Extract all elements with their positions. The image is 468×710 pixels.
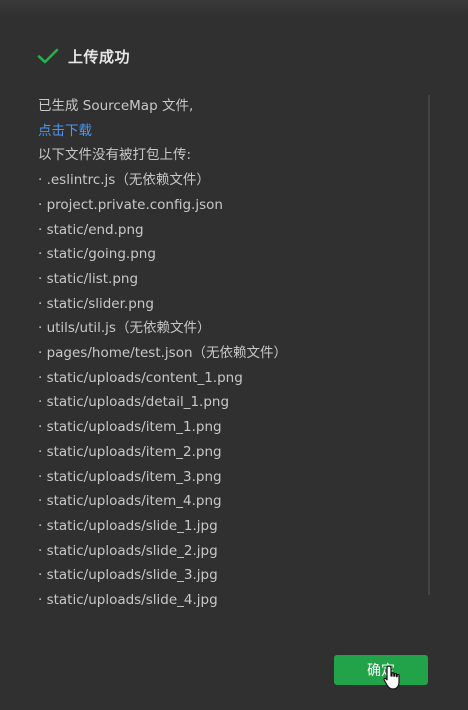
confirm-button[interactable]: 确定 [334, 655, 428, 685]
hand-pointer-cursor-icon [382, 664, 404, 692]
check-icon [36, 44, 60, 68]
sourcemap-message: 已生成 SourceMap 文件, [38, 98, 194, 114]
file-list-item: · static/uploads/item_3.png [38, 468, 222, 485]
dialog-title: 上传成功 [68, 47, 131, 66]
file-list-item: · static/uploads/content_1.png [38, 369, 243, 386]
dialog-header: 上传成功 [36, 44, 130, 68]
file-list-item: · static/uploads/slide_1.jpg [38, 517, 218, 534]
file-list-item: · static/uploads/slide_2.jpg [38, 542, 218, 559]
unpacked-files-heading: 以下文件没有被打包上传: [38, 147, 192, 164]
file-list-item: · static/uploads/item_4.png [38, 493, 222, 510]
download-link[interactable]: 点击下载 [38, 123, 92, 139]
file-list-item: · static/slider.png [38, 295, 154, 312]
file-list-item: · static/uploads/item_2.png [38, 443, 222, 460]
file-list-item: · static/going.png [38, 246, 156, 263]
file-list-item: · static/uploads/slide_4.jpg [38, 592, 218, 609]
file-list-item: · project.private.config.json [38, 196, 223, 213]
upload-success-dialog: 上传成功 已生成 SourceMap 文件, 点击下载 以下文件没有被打包上传:… [0, 0, 468, 710]
content-scrollbar[interactable] [428, 95, 430, 595]
file-list-item: · static/uploads/item_1.png [38, 419, 222, 436]
file-list-item: · static/uploads/slide_3.jpg [38, 567, 218, 584]
unpacked-file-list: · .eslintrc.js（无依赖文件） · project.private.c… [38, 168, 428, 613]
dialog-content: 已生成 SourceMap 文件, 点击下载 以下文件没有被打包上传: · .e… [38, 94, 428, 614]
dialog-top-edge [0, 0, 468, 16]
file-list-item: · static/end.png [38, 221, 144, 238]
file-list-item: · .eslintrc.js（无依赖文件） [38, 172, 210, 189]
file-list-item: · static/uploads/detail_1.png [38, 394, 230, 411]
file-list-item: · utils/util.js（无依赖文件） [38, 320, 211, 337]
file-list-item: · static/list.png [38, 270, 139, 287]
file-list-item: · pages/home/test.json（无依赖文件） [38, 345, 288, 362]
